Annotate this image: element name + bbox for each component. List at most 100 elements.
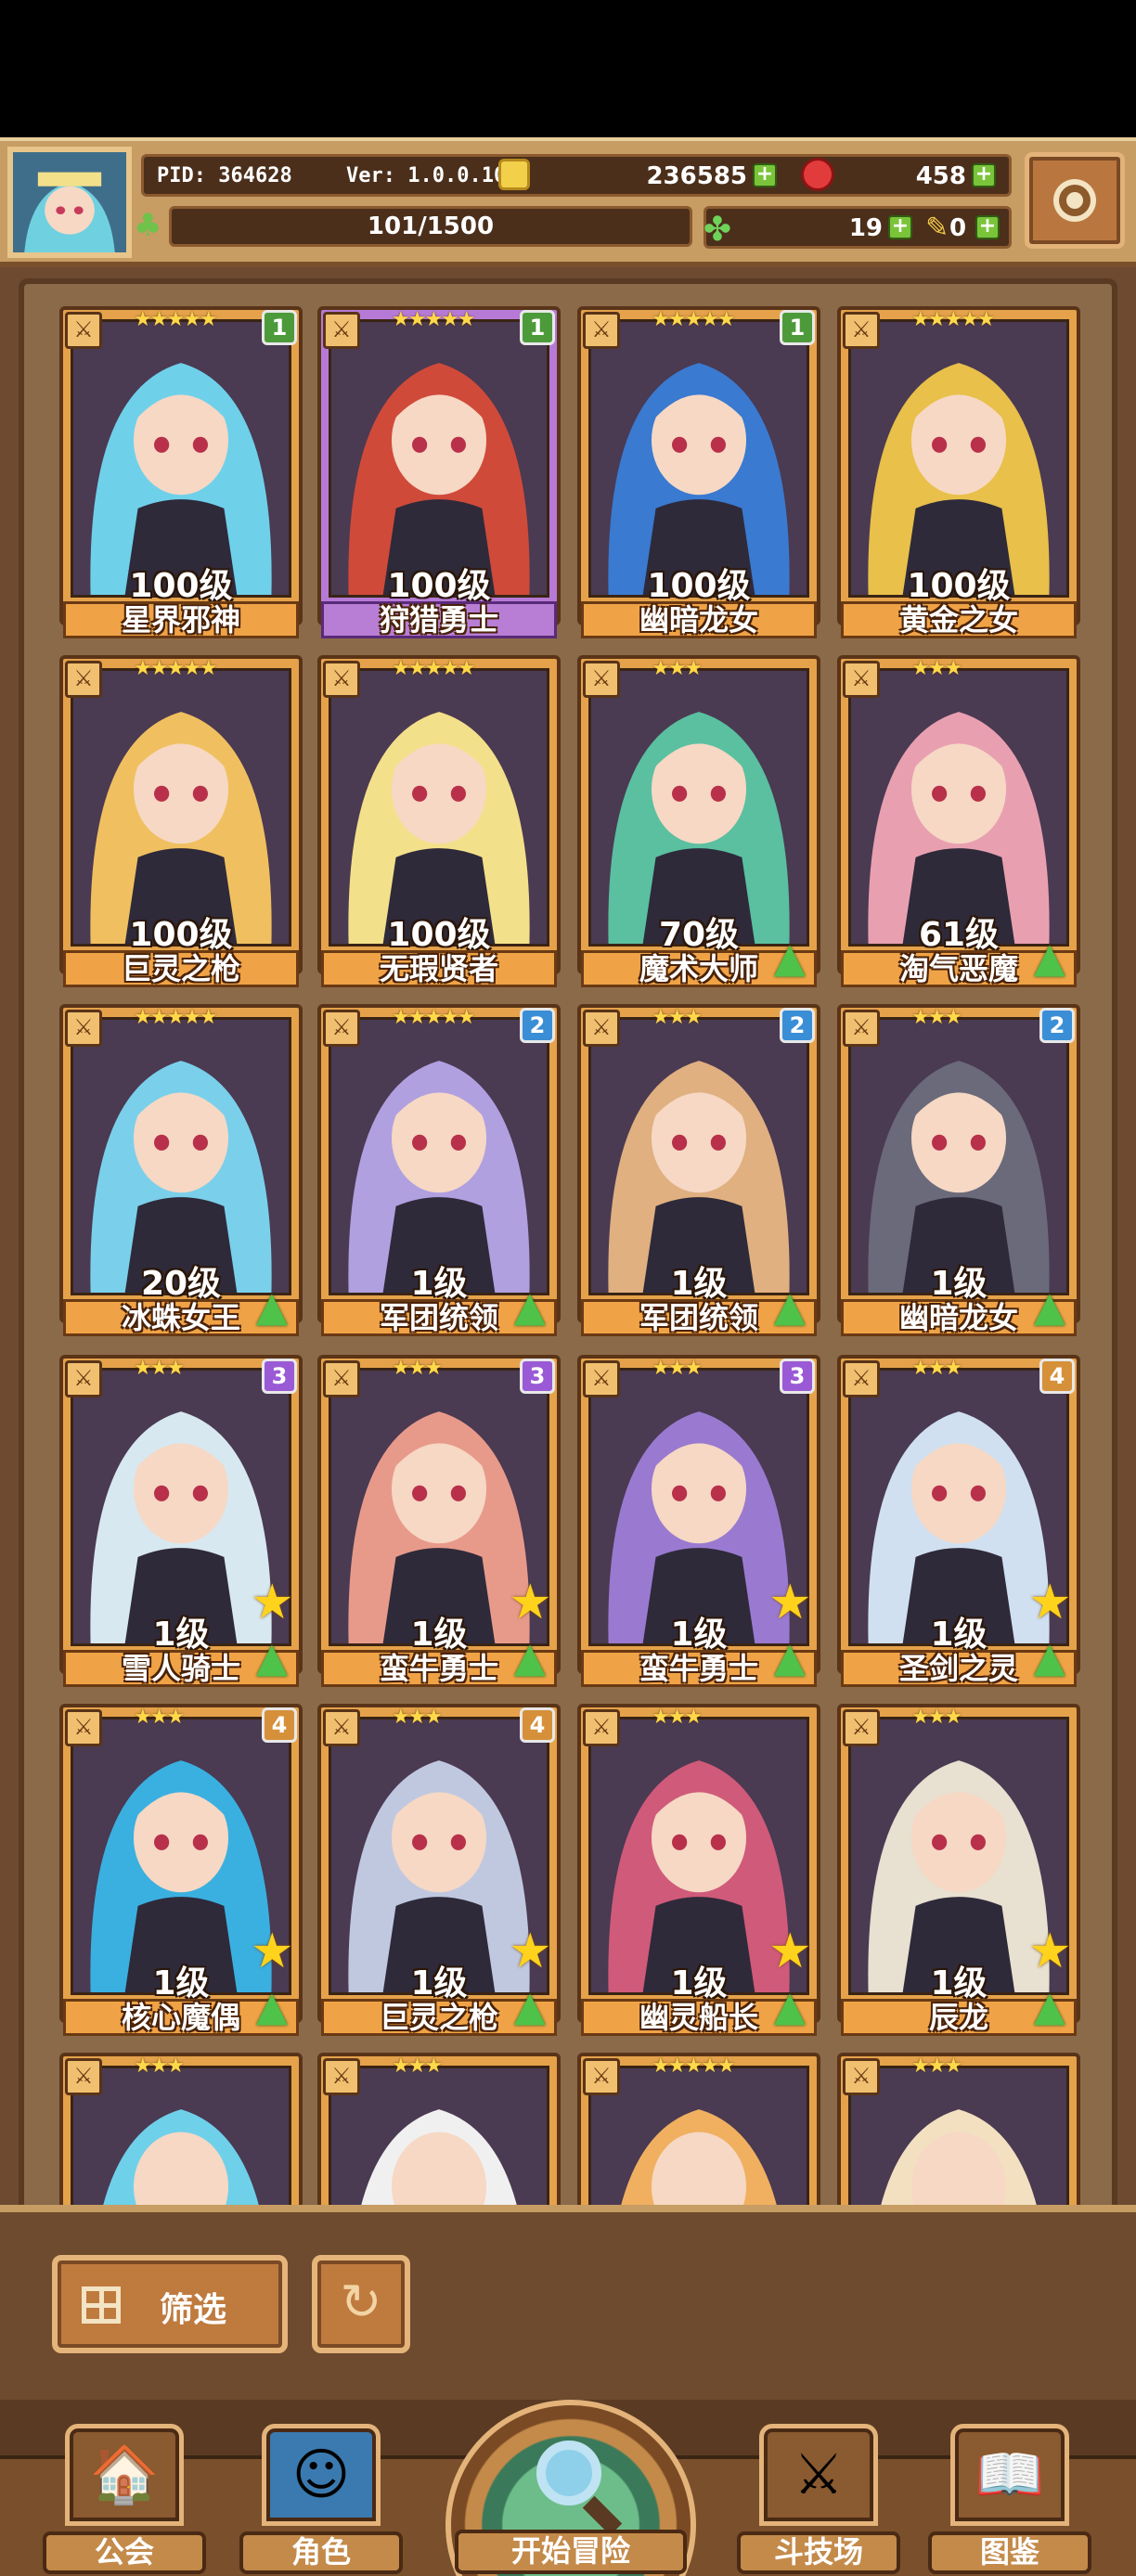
upgrade-arrow-icon: ▲	[1034, 1634, 1065, 1681]
resource-row-top: PID: 364628 Ver: 1.0.0.10 236585 + 458 +	[141, 154, 1012, 197]
hero-portrait	[71, 319, 291, 598]
hero-card[interactable]: ⚔ ★★★ 1级 幽灵船长 ▲ ★	[577, 1704, 820, 2038]
hero-stars: ★★★	[134, 1706, 185, 1729]
hero-level: 100级	[647, 567, 751, 605]
hero-stars: ★★★★★	[652, 2054, 736, 2078]
hero-portrait	[71, 1017, 291, 1295]
hero-portrait	[71, 668, 291, 947]
hero-card[interactable]: ⚔ ★★★ 3 1级 雪人骑士 ▲ ★	[59, 1355, 303, 1689]
status-bar	[0, 0, 1136, 137]
weapon-type-icon: ⚔	[323, 312, 360, 349]
hero-stars: ★★★	[911, 1357, 962, 1380]
hero-portrait	[588, 319, 809, 598]
hero-portrait	[329, 1017, 549, 1295]
hero-card[interactable]: ⚔ ★★★★★ 100级 巨灵之枪	[59, 655, 303, 989]
weapon-type-icon: ⚔	[323, 1360, 360, 1397]
hero-card[interactable]: ⚔ ★★★ 2 1级 幽暗龙女 ▲	[837, 1004, 1080, 1338]
hero-card[interactable]: ⚔ ★★★ 3 1级 蛮牛勇士 ▲ ★	[317, 1355, 561, 1689]
hero-name: 幽暗龙女	[581, 601, 817, 638]
filter-button[interactable]: 筛选	[52, 2255, 288, 2353]
hero-card[interactable]: ⚔ ★★★★★ 1 100级 幽暗龙女	[577, 306, 820, 640]
star-upgrade-icon: ★	[1028, 1575, 1072, 1630]
upgrade-arrow-icon: ▲	[774, 1983, 806, 2030]
hero-card[interactable]: ⚔ ★★★ 4 1级 巨灵之枪 ▲ ★	[317, 1704, 561, 2038]
hero-stars: ★★★★★	[134, 308, 218, 331]
hero-card[interactable]: ⚔ ★★★★★ 2 1级 军团统领 ▲	[317, 1004, 561, 1338]
rank-badge: 2	[780, 1008, 815, 1043]
add-gold-button[interactable]: +	[753, 163, 777, 187]
weapon-type-icon: ⚔	[583, 1360, 620, 1397]
weapon-type-icon: ⚔	[65, 1360, 102, 1397]
hero-stars: ★★★	[392, 2054, 443, 2078]
weapon-type-icon: ⚔	[583, 2058, 620, 2095]
weapon-type-icon: ⚔	[583, 661, 620, 698]
rank-badge: 3	[520, 1359, 555, 1394]
hero-stars: ★★★★★	[134, 657, 218, 680]
player-avatar[interactable]	[7, 147, 132, 258]
crossed-swords-icon: ⚔	[759, 2424, 878, 2526]
add-gems-button[interactable]: +	[972, 163, 996, 187]
rank-badge: 3	[780, 1359, 815, 1394]
nav-character-label: 角色	[239, 2531, 403, 2574]
nav-codex[interactable]: 📖 图鉴	[928, 2424, 1091, 2574]
upgrade-arrow-icon: ▲	[1034, 1983, 1065, 2030]
add-key-button[interactable]: +	[975, 215, 1000, 239]
hero-stars: ★★★★★	[392, 657, 476, 680]
hero-card[interactable]: ⚔ ★★★ 61级 淘气恶魔 ▲	[837, 655, 1080, 989]
hero-card[interactable]: ⚔ ★★★ 4 1级 圣剑之灵 ▲ ★	[837, 1355, 1080, 1689]
hero-card[interactable]: ⚔ ★★★ 4 1级 核心魔偶 ▲ ★	[59, 1704, 303, 2038]
hero-name: 狩猎勇士	[321, 601, 557, 638]
rank-badge: 4	[520, 1707, 555, 1743]
gear-icon	[1053, 179, 1096, 222]
hero-card[interactable]: ⚔ ★★★★★ 1 100级 狩猎勇士	[317, 306, 561, 640]
hero-name: 黄金之女	[841, 601, 1077, 638]
rank-badge: 1	[520, 310, 555, 345]
hero-stars: ★★★	[134, 1357, 185, 1380]
hero-portrait	[329, 319, 549, 598]
weapon-type-icon: ⚔	[65, 661, 102, 698]
upgrade-arrow-icon: ▲	[256, 1634, 288, 1681]
star-upgrade-icon: ★	[509, 1575, 552, 1630]
hero-stars: ★★★	[134, 2054, 185, 2078]
hero-portrait	[848, 1017, 1069, 1295]
hero-card[interactable]: ⚔ ★★★ 1级 辰龙 ▲ ★	[837, 1704, 1080, 2038]
hero-stars: ★★★	[652, 1006, 703, 1029]
nav-guild[interactable]: 🏠 公会	[43, 2424, 206, 2574]
hero-card[interactable]: ⚔ ★★★ 2 1级 军团统领 ▲	[577, 1004, 820, 1338]
refresh-icon: ↻	[340, 2273, 382, 2331]
weapon-type-icon: ⚔	[323, 661, 360, 698]
filter-label: 筛选	[160, 2291, 227, 2329]
hero-stars: ★★★	[911, 2054, 962, 2078]
hero-name: 无瑕贤者	[321, 950, 557, 987]
hero-stars: ★★★	[392, 1706, 443, 1729]
hero-level: 100级	[907, 567, 1011, 605]
hero-portrait	[848, 319, 1069, 598]
hero-card[interactable]: ⚔ ★★★★★ 100级 黄金之女	[837, 306, 1080, 640]
weapon-type-icon: ⚔	[843, 312, 880, 349]
player-id: PID: 364628	[157, 164, 292, 187]
nav-codex-label: 图鉴	[928, 2531, 1091, 2574]
rank-badge: 4	[262, 1707, 297, 1743]
hero-stars: ★★★	[911, 1006, 962, 1029]
refresh-button[interactable]: ↻	[312, 2255, 410, 2353]
hero-stars: ★★★	[652, 1357, 703, 1380]
ruby-gem-icon	[801, 158, 834, 191]
hero-card[interactable]: ⚔ ★★★ 3 1级 蛮牛勇士 ▲ ★	[577, 1355, 820, 1689]
nav-arena[interactable]: ⚔ 斗技场	[737, 2424, 900, 2574]
weapon-type-icon: ⚔	[323, 1709, 360, 1746]
gold-coin-icon	[498, 159, 530, 190]
hero-card[interactable]: ⚔ ★★★★★ 20级 冰蛛女王 ▲	[59, 1004, 303, 1338]
nav-character[interactable]: ☺ 角色	[239, 2424, 403, 2574]
hero-card[interactable]: ⚔ ★★★★★ 1 100级 星界邪神	[59, 306, 303, 640]
resource-row-bottom: 101/1500 ♣ ✤ 19 + ✎ 0 +	[134, 206, 1012, 249]
settings-button[interactable]	[1025, 152, 1125, 249]
hero-card[interactable]: ⚔ ★★★★★ 100级 无瑕贤者	[317, 655, 561, 989]
rank-badge: 3	[262, 1359, 297, 1394]
rank-badge: 1	[780, 310, 815, 345]
hero-stars: ★★★★★	[911, 308, 996, 331]
add-clover-button[interactable]: +	[888, 215, 912, 239]
hero-level: 100级	[129, 916, 233, 954]
nav-adventure[interactable]: 开始冒险	[436, 2400, 705, 2576]
weapon-type-icon: ⚔	[65, 1709, 102, 1746]
hero-card[interactable]: ⚔ ★★★ 70级 魔术大师 ▲	[577, 655, 820, 989]
